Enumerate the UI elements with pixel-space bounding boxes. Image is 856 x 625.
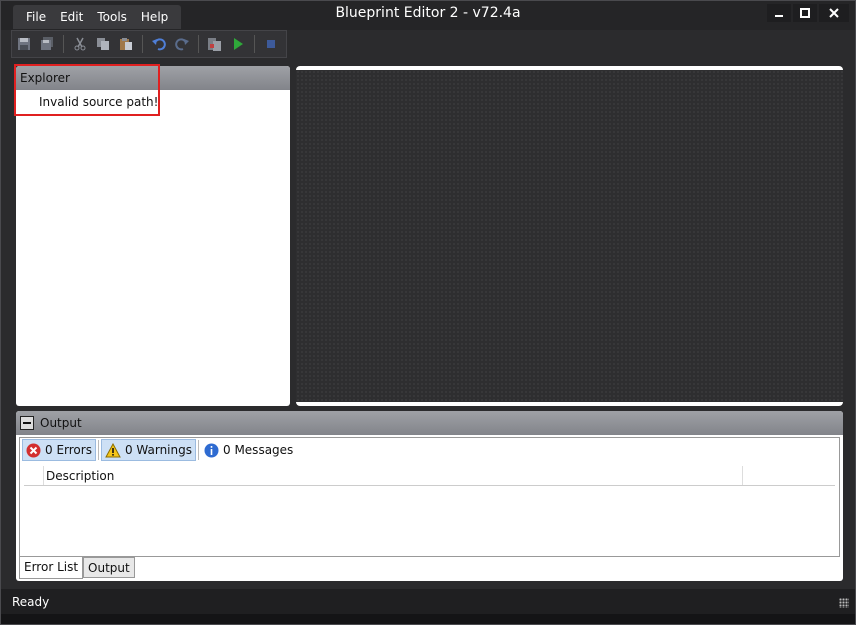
- errors-filter-button[interactable]: 0 Errors: [22, 439, 96, 461]
- copy-icon: [97, 38, 109, 50]
- paste-button[interactable]: [116, 34, 136, 54]
- resize-grip-icon[interactable]: [839, 598, 849, 608]
- messages-count: 0 Messages: [223, 443, 294, 457]
- play-icon: [234, 38, 243, 50]
- title-bar: File Edit Tools Help Blueprint Editor 2 …: [1, 1, 855, 30]
- build-button[interactable]: [205, 34, 225, 54]
- undo-icon: [152, 38, 166, 51]
- undo-button[interactable]: [149, 34, 169, 54]
- warning-icon: [105, 442, 121, 457]
- save-all-button[interactable]: [37, 34, 57, 54]
- maximize-button[interactable]: [793, 4, 817, 22]
- redo-button[interactable]: [172, 34, 192, 54]
- messages-filter-button[interactable]: 0 Messages: [201, 439, 296, 461]
- output-tabs: Error List Output: [19, 557, 135, 579]
- warnings-count: 0 Warnings: [124, 443, 192, 457]
- status-text: Ready: [12, 594, 50, 609]
- filter-bar: 0 Errors 0 Warnings 0 Messages: [20, 438, 839, 462]
- status-bar: Ready: [1, 589, 855, 614]
- window-title: Blueprint Editor 2 - v72.4a: [335, 5, 521, 21]
- column-extra[interactable]: [743, 466, 835, 485]
- info-icon: [204, 443, 219, 457]
- window-bottom-edge: [1, 614, 855, 624]
- minus-icon: [23, 422, 31, 424]
- error-list: 0 Errors 0 Warnings 0 Messages Descripti…: [19, 437, 840, 557]
- cut-button[interactable]: [70, 34, 90, 54]
- collapse-button[interactable]: [20, 416, 34, 430]
- cut-icon: [74, 37, 86, 51]
- save-icon: [18, 38, 30, 50]
- toolbar-separator: [198, 35, 199, 53]
- minimize-icon: [775, 15, 783, 17]
- tab-error-list[interactable]: Error List: [19, 557, 84, 579]
- errors-count: 0 Errors: [45, 443, 92, 457]
- error-table-header: Description: [24, 466, 835, 486]
- save-button[interactable]: [14, 34, 34, 54]
- filter-separator: [198, 440, 199, 460]
- close-button[interactable]: [819, 4, 849, 22]
- error-icon: [26, 443, 41, 457]
- output-title: Output: [40, 416, 82, 430]
- column-description[interactable]: Description: [44, 466, 743, 485]
- window-controls: [767, 4, 849, 22]
- toolbar-separator: [142, 35, 143, 53]
- toolbar: [11, 30, 287, 58]
- toolbar-separator: [254, 35, 255, 53]
- tab-output[interactable]: Output: [83, 557, 135, 578]
- maximize-icon: [800, 8, 810, 18]
- blueprint-canvas[interactable]: [296, 66, 843, 406]
- run-button[interactable]: [228, 34, 248, 54]
- save-all-icon: [41, 37, 53, 50]
- toolbar-separator: [63, 35, 64, 53]
- paste-icon: [120, 38, 132, 50]
- stop-icon: [267, 40, 275, 48]
- close-icon: [829, 8, 839, 18]
- warnings-filter-button[interactable]: 0 Warnings: [100, 439, 196, 461]
- copy-button[interactable]: [93, 34, 113, 54]
- explorer-panel: Explorer Invalid source path!: [16, 66, 290, 406]
- app-window: File Edit Tools Help Blueprint Editor 2 …: [0, 0, 856, 625]
- minimize-button[interactable]: [767, 4, 791, 22]
- explorer-header: Explorer: [16, 66, 290, 90]
- output-panel: Output 0 Errors 0 Warnings 0 Messages De…: [16, 411, 843, 581]
- output-header: Output: [16, 411, 843, 435]
- column-icon[interactable]: [24, 466, 44, 485]
- build-icon: [208, 38, 221, 51]
- redo-icon: [175, 38, 189, 51]
- explorer-error-message: Invalid source path!: [39, 95, 159, 109]
- filter-separator: [97, 440, 99, 460]
- stop-button[interactable]: [261, 34, 281, 54]
